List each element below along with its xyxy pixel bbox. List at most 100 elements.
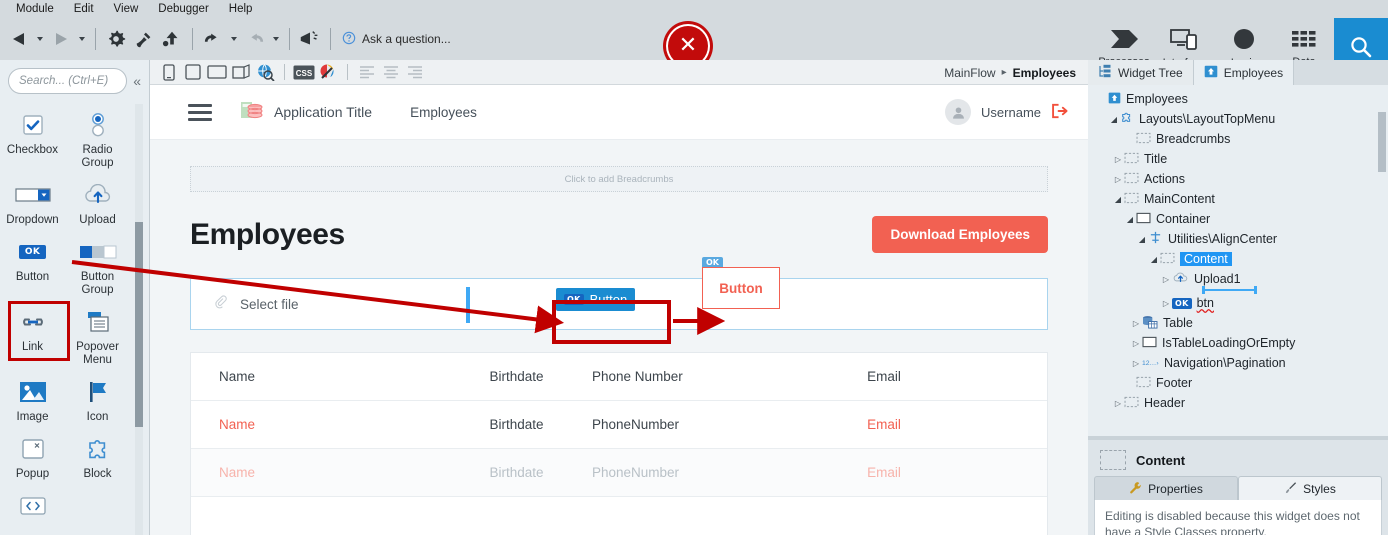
ask-a-question-button[interactable]: Ask a question... (342, 31, 451, 48)
palette-item-popover-menu[interactable]: Popover Menu (65, 301, 130, 371)
tab-employees[interactable]: Employees (1193, 60, 1295, 85)
tree-node-upload1[interactable]: ▷ Upload1 (1088, 269, 1388, 289)
menu-item-module[interactable]: Module (6, 0, 64, 18)
tree-node-container[interactable]: ◢ Container (1088, 209, 1388, 229)
forward-dropdown-caret-icon[interactable] (76, 24, 88, 54)
button-widget-preview[interactable]: Button (702, 267, 780, 309)
palette-item-dropdown[interactable]: Dropdown (0, 174, 65, 231)
tree-twisty-open-icon[interactable]: ◢ (1124, 215, 1136, 224)
screen-icon (1204, 65, 1218, 81)
tree-node-btn[interactable]: ▷ OK btn (1088, 293, 1388, 313)
tree-node-employees[interactable]: Employees (1088, 89, 1388, 109)
tree-node-pagination[interactable]: ▷ 12…› Navigation\Pagination (1088, 353, 1388, 373)
megaphone-icon[interactable] (297, 24, 323, 54)
palette-item-image[interactable]: Image (0, 371, 65, 428)
tree-scrollbar-thumb[interactable] (1378, 112, 1386, 172)
desktop-icon[interactable] (206, 61, 228, 83)
tree-node-actions[interactable]: ▷ Actions (1088, 169, 1388, 189)
palette-label: Popup (15, 468, 50, 480)
solid-box-icon (1142, 336, 1157, 351)
tree-twisty-open-icon[interactable]: ◢ (1112, 195, 1124, 204)
palette-item-button[interactable]: OK Button (0, 231, 65, 301)
palette-item-checkbox[interactable]: Checkbox (0, 104, 65, 174)
tree-twisty-closed-icon[interactable]: ▷ (1112, 399, 1124, 408)
palette-scrollbar-thumb[interactable] (135, 222, 143, 427)
undo-arrow-icon[interactable] (200, 24, 226, 54)
tree-node-align-center[interactable]: ◢ Utilities\AlignCenter (1088, 229, 1388, 249)
nav-item-employees[interactable]: Employees (410, 105, 477, 120)
palette-item-radio-group[interactable]: Radio Group (65, 104, 130, 174)
breadcrumb-root[interactable]: MainFlow (944, 66, 995, 80)
wrench-icon (1129, 481, 1142, 497)
username-label: Username (981, 104, 1041, 120)
forward-triangle-icon[interactable] (48, 24, 74, 54)
tree-twisty-closed-icon[interactable]: ▷ (1130, 319, 1142, 328)
table-header-name: Name (219, 369, 256, 384)
menu-item-view[interactable]: View (104, 0, 149, 18)
palette-item-icon[interactable]: Icon (65, 371, 130, 428)
align-left-icon[interactable] (356, 61, 378, 83)
palette-search-input[interactable]: Search... (Ctrl+E) (8, 68, 128, 94)
tree-twisty-open-icon[interactable]: ◢ (1148, 255, 1160, 264)
gear-icon[interactable] (103, 24, 129, 54)
flag-icon (85, 379, 111, 405)
palette-item-upload[interactable]: Upload (65, 174, 130, 231)
tree-node-is-table-loading-or-empty[interactable]: ▷ IsTableLoadingOrEmpty (1088, 333, 1388, 353)
table-row[interactable]: Name Birthdate PhoneNumber Email (191, 401, 1047, 449)
app-header-preview: Application Title Employees Username (150, 85, 1088, 140)
css-icon[interactable]: CSS (293, 61, 315, 83)
tree-twisty-closed-icon[interactable]: ▷ (1112, 155, 1124, 164)
tab-properties[interactable]: Properties (1094, 476, 1238, 500)
tree-twisty-open-icon[interactable]: ◢ (1136, 235, 1148, 244)
svg-text:12…›: 12…› (1142, 359, 1159, 366)
palette-item-button-group[interactable]: Button Group (65, 231, 130, 301)
tree-node-layout-top-menu[interactable]: ◢ Layouts\LayoutTopMenu (1088, 109, 1388, 129)
tree-node-breadcrumbs[interactable]: Breadcrumbs (1088, 129, 1388, 149)
hamburger-menu-icon[interactable] (188, 103, 212, 121)
logout-icon[interactable] (1051, 103, 1068, 122)
align-right-icon[interactable] (404, 61, 426, 83)
palette-label: Icon (86, 411, 109, 423)
tree-node-header[interactable]: ▷ Header (1088, 393, 1388, 413)
publish-icon[interactable] (159, 24, 185, 54)
menu-item-edit[interactable]: Edit (64, 0, 104, 18)
tree-node-title[interactable]: ▷ Title (1088, 149, 1388, 169)
palette-item-popup[interactable]: Popup (0, 428, 65, 485)
palette-item-expression[interactable] (0, 485, 65, 529)
align-center-icon[interactable] (380, 61, 402, 83)
menu-item-debugger[interactable]: Debugger (148, 0, 219, 18)
tree-node-maincontent[interactable]: ◢ MainContent (1088, 189, 1388, 209)
plug-icon[interactable] (131, 24, 157, 54)
back-dropdown-caret-icon[interactable] (34, 24, 46, 54)
tree-node-table[interactable]: ▷ Table (1088, 313, 1388, 333)
collapse-left-icon[interactable]: « (131, 73, 143, 89)
preview-globe-icon[interactable] (254, 61, 276, 83)
back-triangle-icon[interactable] (6, 24, 32, 54)
tree-twisty-closed-icon[interactable]: ▷ (1130, 339, 1142, 348)
breadcrumb-placeholder[interactable]: Click to add Breadcrumbs (190, 166, 1048, 192)
tab-widget-tree[interactable]: Widget Tree (1088, 60, 1194, 85)
tree-twisty-closed-icon[interactable]: ▷ (1160, 299, 1172, 308)
menu-item-help[interactable]: Help (219, 0, 263, 18)
tab-styles[interactable]: Styles (1238, 476, 1382, 500)
tree-twisty-closed-icon[interactable]: ▷ (1130, 359, 1142, 368)
palette-item-block[interactable]: Block (65, 428, 130, 485)
palette-scrollbar[interactable] (135, 104, 143, 535)
tree-twisty-closed-icon[interactable]: ▷ (1112, 175, 1124, 184)
responsive-icon[interactable] (230, 61, 252, 83)
redo-arrow-icon[interactable] (242, 24, 268, 54)
tree-twisty-open-icon[interactable]: ◢ (1108, 115, 1120, 124)
tree-node-content[interactable]: ◢ Content (1088, 249, 1388, 269)
download-employees-button[interactable]: Download Employees (872, 216, 1048, 253)
table-row[interactable]: Name Birthdate PhoneNumber Email (191, 449, 1047, 497)
upload-widget-container[interactable]: Select file OK Button OK Button (190, 257, 1048, 330)
undo-dropdown-caret-icon[interactable] (228, 24, 240, 54)
redo-dropdown-caret-icon[interactable] (270, 24, 282, 54)
dashed-box-icon (1160, 252, 1175, 267)
tree-twisty-closed-icon[interactable]: ▷ (1160, 275, 1172, 284)
btn-widget-selected[interactable]: OK Button (556, 288, 636, 311)
tablet-icon[interactable] (182, 61, 204, 83)
tree-node-footer[interactable]: Footer (1088, 373, 1388, 393)
phone-icon[interactable] (158, 61, 180, 83)
theme-palette-icon[interactable] (317, 61, 339, 83)
